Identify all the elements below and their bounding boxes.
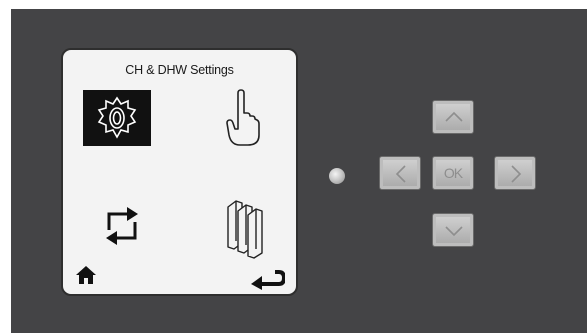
status-led — [329, 168, 345, 184]
ok-button[interactable]: OK — [432, 156, 474, 190]
hand-pointer-icon[interactable] — [222, 89, 262, 147]
settings-gear-icon[interactable] — [83, 90, 151, 146]
ok-label: OK — [443, 165, 463, 181]
left-button[interactable] — [379, 156, 421, 190]
back-arrow-icon[interactable] — [249, 270, 287, 290]
switch-arrows-icon[interactable] — [103, 204, 143, 248]
radiator-icon[interactable] — [224, 197, 270, 259]
home-icon[interactable] — [75, 265, 97, 285]
display-screen: CH & DHW Settings — [61, 48, 298, 296]
right-button[interactable] — [494, 156, 536, 190]
up-button[interactable] — [432, 100, 474, 134]
screen-title: CH & DHW Settings — [125, 63, 234, 77]
down-button[interactable] — [432, 213, 474, 247]
